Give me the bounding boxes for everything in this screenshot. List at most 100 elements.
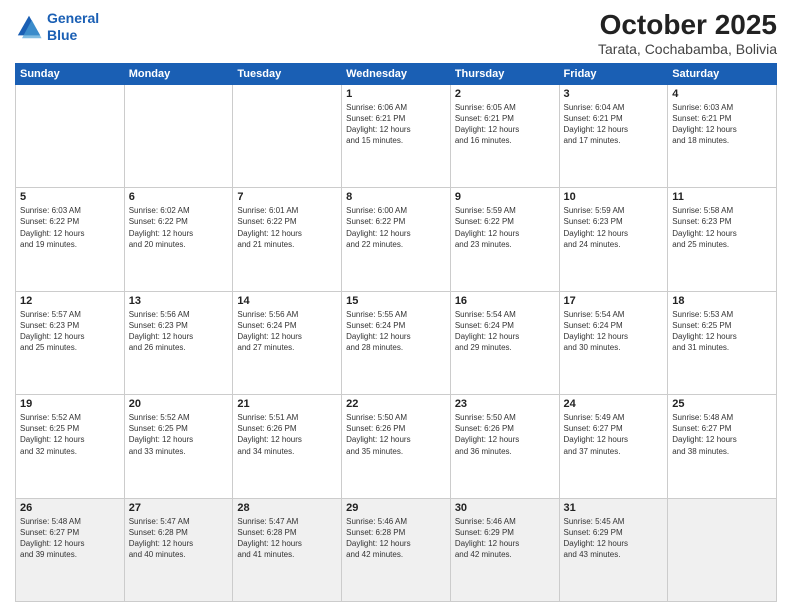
calendar-cell	[233, 84, 342, 187]
calendar-cell: 31 Sunrise: 5:45 AM Sunset: 6:29 PM Dayli…	[559, 498, 668, 601]
day-number: 23	[455, 398, 555, 410]
day-info: Sunrise: 5:53 AM Sunset: 6:25 PM Dayligh…	[672, 309, 772, 354]
day-number: 22	[346, 398, 446, 410]
day-info: Sunrise: 5:46 AM Sunset: 6:28 PM Dayligh…	[346, 516, 446, 561]
month-title: October 2025	[598, 10, 777, 41]
day-number: 16	[455, 295, 555, 307]
day-number: 30	[455, 502, 555, 514]
calendar-cell: 18 Sunrise: 5:53 AM Sunset: 6:25 PM Dayli…	[668, 291, 777, 394]
day-info: Sunrise: 6:05 AM Sunset: 6:21 PM Dayligh…	[455, 102, 555, 147]
day-number: 31	[564, 502, 664, 514]
calendar-week-row: 5 Sunrise: 6:03 AM Sunset: 6:22 PM Daylig…	[16, 188, 777, 291]
day-info: Sunrise: 5:47 AM Sunset: 6:28 PM Dayligh…	[129, 516, 229, 561]
day-number: 14	[237, 295, 337, 307]
day-info: Sunrise: 6:04 AM Sunset: 6:21 PM Dayligh…	[564, 102, 664, 147]
calendar-cell: 14 Sunrise: 5:56 AM Sunset: 6:24 PM Dayli…	[233, 291, 342, 394]
day-number: 9	[455, 191, 555, 203]
day-number: 4	[672, 88, 772, 100]
weekday-header-tuesday: Tuesday	[233, 63, 342, 84]
weekday-header-monday: Monday	[124, 63, 233, 84]
day-info: Sunrise: 5:54 AM Sunset: 6:24 PM Dayligh…	[564, 309, 664, 354]
day-info: Sunrise: 5:57 AM Sunset: 6:23 PM Dayligh…	[20, 309, 120, 354]
calendar-cell: 7 Sunrise: 6:01 AM Sunset: 6:22 PM Daylig…	[233, 188, 342, 291]
page: General Blue October 2025 Tarata, Cochab…	[0, 0, 792, 612]
day-info: Sunrise: 6:06 AM Sunset: 6:21 PM Dayligh…	[346, 102, 446, 147]
day-info: Sunrise: 5:50 AM Sunset: 6:26 PM Dayligh…	[455, 412, 555, 457]
weekday-header-wednesday: Wednesday	[342, 63, 451, 84]
calendar-cell: 3 Sunrise: 6:04 AM Sunset: 6:21 PM Daylig…	[559, 84, 668, 187]
day-info: Sunrise: 5:59 AM Sunset: 6:23 PM Dayligh…	[564, 205, 664, 250]
title-block: October 2025 Tarata, Cochabamba, Bolivia	[598, 10, 777, 57]
day-info: Sunrise: 5:51 AM Sunset: 6:26 PM Dayligh…	[237, 412, 337, 457]
calendar-header-row: SundayMondayTuesdayWednesdayThursdayFrid…	[16, 63, 777, 84]
day-number: 5	[20, 191, 120, 203]
day-info: Sunrise: 5:56 AM Sunset: 6:23 PM Dayligh…	[129, 309, 229, 354]
day-number: 28	[237, 502, 337, 514]
day-info: Sunrise: 6:00 AM Sunset: 6:22 PM Dayligh…	[346, 205, 446, 250]
logo: General Blue	[15, 10, 99, 44]
day-number: 8	[346, 191, 446, 203]
day-number: 6	[129, 191, 229, 203]
day-number: 17	[564, 295, 664, 307]
logo-line2: Blue	[47, 27, 77, 43]
day-number: 26	[20, 502, 120, 514]
calendar-cell: 24 Sunrise: 5:49 AM Sunset: 6:27 PM Dayli…	[559, 395, 668, 498]
day-number: 15	[346, 295, 446, 307]
weekday-header-friday: Friday	[559, 63, 668, 84]
day-number: 1	[346, 88, 446, 100]
day-number: 20	[129, 398, 229, 410]
calendar-cell: 12 Sunrise: 5:57 AM Sunset: 6:23 PM Dayli…	[16, 291, 125, 394]
day-info: Sunrise: 5:47 AM Sunset: 6:28 PM Dayligh…	[237, 516, 337, 561]
calendar-week-row: 19Sunrise: 5:52 AM Sunset: 6:25 PM Dayli…	[16, 395, 777, 498]
location-title: Tarata, Cochabamba, Bolivia	[598, 41, 777, 57]
calendar-cell: 8 Sunrise: 6:00 AM Sunset: 6:22 PM Daylig…	[342, 188, 451, 291]
day-info: Sunrise: 5:52 AM Sunset: 6:25 PM Dayligh…	[20, 412, 120, 457]
calendar-cell: 13 Sunrise: 5:56 AM Sunset: 6:23 PM Dayli…	[124, 291, 233, 394]
header: General Blue October 2025 Tarata, Cochab…	[15, 10, 777, 57]
day-info: Sunrise: 5:45 AM Sunset: 6:29 PM Dayligh…	[564, 516, 664, 561]
day-number: 13	[129, 295, 229, 307]
calendar-cell: 15 Sunrise: 5:55 AM Sunset: 6:24 PM Dayli…	[342, 291, 451, 394]
day-number: 3	[564, 88, 664, 100]
calendar-cell: 6 Sunrise: 6:02 AM Sunset: 6:22 PM Daylig…	[124, 188, 233, 291]
day-number: 2	[455, 88, 555, 100]
calendar-cell: 19Sunrise: 5:52 AM Sunset: 6:25 PM Dayli…	[16, 395, 125, 498]
weekday-header-thursday: Thursday	[450, 63, 559, 84]
day-info: Sunrise: 5:55 AM Sunset: 6:24 PM Dayligh…	[346, 309, 446, 354]
day-info: Sunrise: 6:01 AM Sunset: 6:22 PM Dayligh…	[237, 205, 337, 250]
calendar-cell: 26Sunrise: 5:48 AM Sunset: 6:27 PM Dayli…	[16, 498, 125, 601]
logo-icon	[15, 13, 43, 41]
day-number: 25	[672, 398, 772, 410]
calendar-week-row: 1 Sunrise: 6:06 AM Sunset: 6:21 PM Daylig…	[16, 84, 777, 187]
weekday-header-sunday: Sunday	[16, 63, 125, 84]
day-number: 7	[237, 191, 337, 203]
day-number: 21	[237, 398, 337, 410]
day-info: Sunrise: 5:49 AM Sunset: 6:27 PM Dayligh…	[564, 412, 664, 457]
day-info: Sunrise: 6:03 AM Sunset: 6:22 PM Dayligh…	[20, 205, 120, 250]
day-info: Sunrise: 6:03 AM Sunset: 6:21 PM Dayligh…	[672, 102, 772, 147]
day-info: Sunrise: 5:58 AM Sunset: 6:23 PM Dayligh…	[672, 205, 772, 250]
calendar-cell: 30 Sunrise: 5:46 AM Sunset: 6:29 PM Dayli…	[450, 498, 559, 601]
calendar-cell: 29 Sunrise: 5:46 AM Sunset: 6:28 PM Dayli…	[342, 498, 451, 601]
day-number: 12	[20, 295, 120, 307]
day-number: 24	[564, 398, 664, 410]
day-number: 29	[346, 502, 446, 514]
calendar-cell	[16, 84, 125, 187]
day-info: Sunrise: 5:54 AM Sunset: 6:24 PM Dayligh…	[455, 309, 555, 354]
day-number: 18	[672, 295, 772, 307]
day-info: Sunrise: 6:02 AM Sunset: 6:22 PM Dayligh…	[129, 205, 229, 250]
calendar-cell: 9Sunrise: 5:59 AM Sunset: 6:22 PM Daylig…	[450, 188, 559, 291]
calendar-cell	[668, 498, 777, 601]
calendar-week-row: 12 Sunrise: 5:57 AM Sunset: 6:23 PM Dayli…	[16, 291, 777, 394]
calendar-cell: 27Sunrise: 5:47 AM Sunset: 6:28 PM Dayli…	[124, 498, 233, 601]
calendar-cell: 17 Sunrise: 5:54 AM Sunset: 6:24 PM Dayli…	[559, 291, 668, 394]
calendar-cell: 20Sunrise: 5:52 AM Sunset: 6:25 PM Dayli…	[124, 395, 233, 498]
day-number: 11	[672, 191, 772, 203]
calendar-cell: 16 Sunrise: 5:54 AM Sunset: 6:24 PM Dayli…	[450, 291, 559, 394]
calendar-cell: 1 Sunrise: 6:06 AM Sunset: 6:21 PM Daylig…	[342, 84, 451, 187]
day-info: Sunrise: 5:50 AM Sunset: 6:26 PM Dayligh…	[346, 412, 446, 457]
logo-line1: General	[47, 10, 99, 26]
day-info: Sunrise: 5:46 AM Sunset: 6:29 PM Dayligh…	[455, 516, 555, 561]
weekday-header-saturday: Saturday	[668, 63, 777, 84]
day-info: Sunrise: 5:56 AM Sunset: 6:24 PM Dayligh…	[237, 309, 337, 354]
